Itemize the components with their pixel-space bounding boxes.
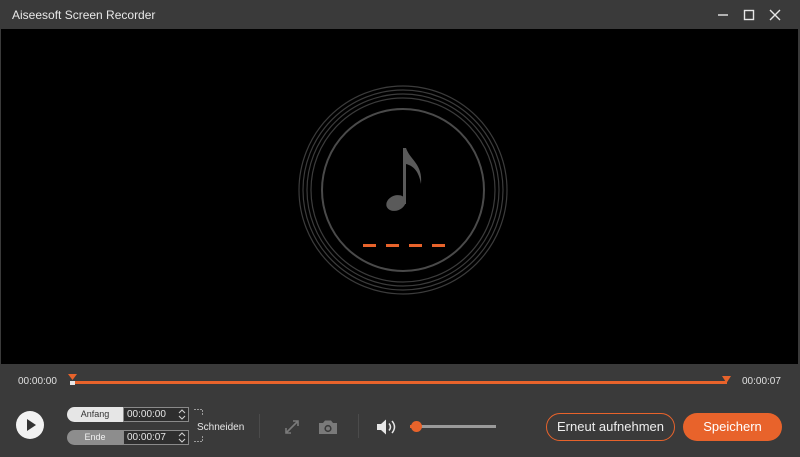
level-dash <box>386 244 399 247</box>
stepper-icon[interactable] <box>178 408 186 421</box>
start-time-field[interactable]: 00:00:00 <box>123 407 189 422</box>
preview-area <box>1 29 798 364</box>
cut-button[interactable]: Schneiden <box>197 422 244 433</box>
divider <box>358 414 359 438</box>
stepper-icon[interactable] <box>178 431 186 444</box>
timeline: 00:00:00 00:00:07 <box>0 364 800 396</box>
fullscreen-icon[interactable] <box>284 419 300 435</box>
camera-icon[interactable] <box>318 419 338 435</box>
rerecord-button[interactable]: Erneut aufnehmen <box>546 413 675 441</box>
save-button[interactable]: Speichern <box>683 413 782 441</box>
volume-slider[interactable] <box>410 425 496 428</box>
app-title: Aiseesoft Screen Recorder <box>12 8 156 22</box>
music-note-icon <box>386 148 422 211</box>
start-time-value: 00:00:00 <box>127 409 166 420</box>
volume-knob[interactable] <box>411 421 422 432</box>
end-time-value: 00:00:07 <box>127 432 166 443</box>
maximize-icon[interactable] <box>739 5 759 25</box>
end-marker[interactable] <box>722 373 731 383</box>
end-time-field[interactable]: 00:00:07 <box>123 430 189 445</box>
start-time: 00:00:00 <box>18 376 57 387</box>
timeline-track[interactable] <box>72 381 727 384</box>
level-dash <box>432 244 445 247</box>
start-marker[interactable] <box>68 373 77 385</box>
title-bar: Aiseesoft Screen Recorder <box>0 0 800 29</box>
bracket-icon <box>194 409 203 416</box>
start-label: Anfang <box>67 407 123 422</box>
level-dash <box>409 244 422 247</box>
minimize-icon[interactable] <box>713 5 733 25</box>
speaker-icon[interactable] <box>376 418 398 436</box>
play-button[interactable] <box>16 411 44 439</box>
level-dash <box>363 244 376 247</box>
end-time: 00:00:07 <box>742 376 781 387</box>
close-icon[interactable] <box>765 5 785 25</box>
bracket-icon <box>194 435 203 442</box>
divider <box>259 414 260 438</box>
end-label: Ende <box>67 430 123 445</box>
